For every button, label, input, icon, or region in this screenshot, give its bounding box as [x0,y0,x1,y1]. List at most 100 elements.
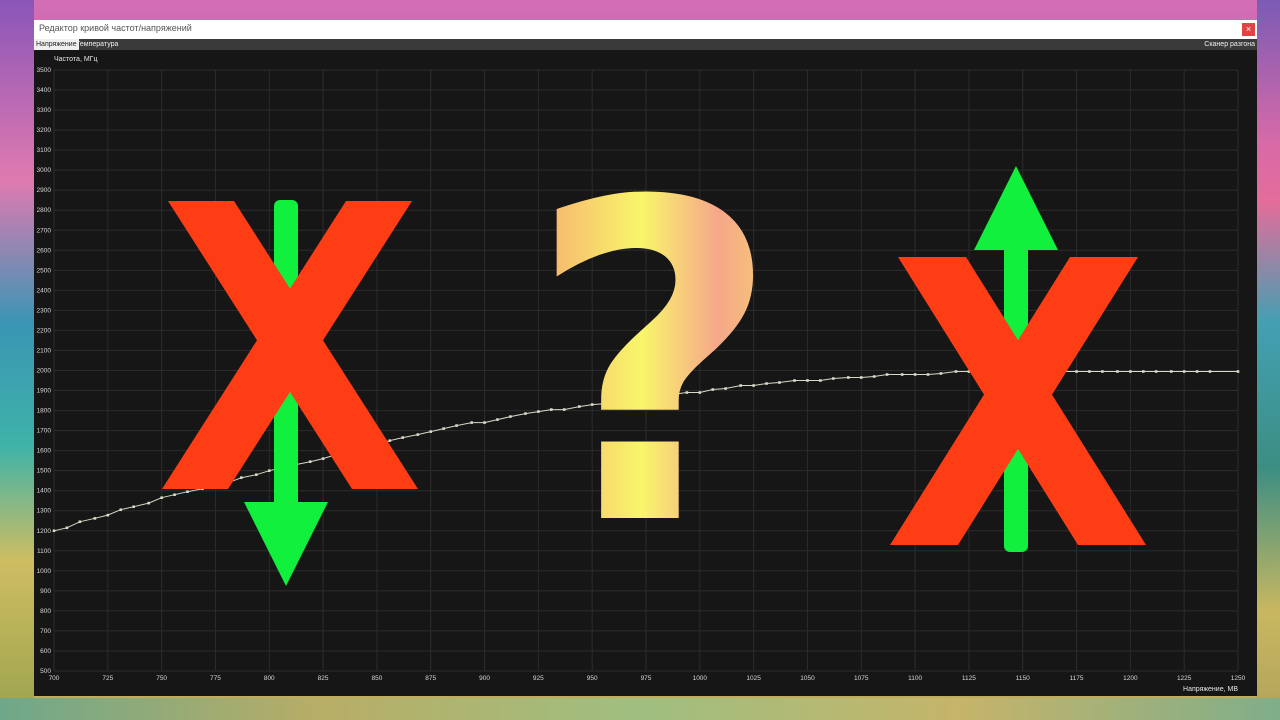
curve-point[interactable] [765,382,768,385]
curve-point[interactable] [483,421,486,424]
curve-point[interactable] [778,381,781,384]
curve-point[interactable] [227,481,230,484]
curve-point[interactable] [362,446,366,449]
curve-point[interactable] [967,370,971,373]
curve-point[interactable] [1034,370,1037,373]
curve-point[interactable] [603,402,607,405]
curve-point[interactable] [831,377,835,380]
curve-point[interactable] [1062,370,1065,373]
curve-point[interactable] [375,443,379,446]
curve-point[interactable] [1141,370,1145,373]
curve-point[interactable] [644,397,648,400]
curve-point[interactable] [685,391,689,394]
curve-point[interactable] [1116,370,1119,373]
curve-point[interactable] [939,372,943,375]
curve-point[interactable] [1182,370,1186,373]
curve-point[interactable] [93,517,97,520]
title-bar[interactable]: Редактор кривой частот/напряжений × [34,20,1257,39]
curve-point[interactable] [900,373,904,376]
curve-point[interactable] [442,427,445,430]
curve-point[interactable] [293,463,297,466]
curve-point[interactable] [401,436,405,439]
curve-point[interactable] [752,384,755,387]
curve-point[interactable] [1169,370,1173,373]
tab-temperature[interactable]: Температура [74,39,120,50]
curve-point[interactable] [65,526,69,530]
y-tick-label: 1000 [37,568,52,575]
curve-point[interactable] [509,415,512,418]
curve-point[interactable] [496,418,499,421]
y-tick-label: 500 [40,668,51,675]
curve-point[interactable] [616,401,620,404]
curve-point[interactable] [524,412,527,415]
curve-point[interactable] [470,421,473,424]
curve-point[interactable] [1154,370,1158,373]
curve-point[interactable] [106,513,110,517]
curve-point[interactable] [562,408,566,411]
curve-point[interactable] [347,449,351,452]
curve-point[interactable] [1088,370,1091,373]
curve-point[interactable] [1008,370,1012,373]
curve-point[interactable] [872,375,876,378]
curve-point[interactable] [308,460,312,463]
curve-point[interactable] [847,376,850,379]
curve-point[interactable] [1236,370,1240,373]
vf-curve-chart[interactable]: 500 600 700 800 900 1000 1100 1200 1300 1400 1500 1… [34,50,1257,696]
curve-point[interactable] [255,473,258,476]
curve-point[interactable] [711,388,715,391]
curve-point[interactable] [670,393,674,396]
curve-point[interactable] [147,501,151,505]
curve-point[interactable] [280,466,284,469]
curve-point[interactable] [267,469,271,472]
y-tick-label: 600 [40,648,51,655]
curve-point[interactable] [1047,370,1050,373]
curve-point[interactable] [119,508,123,512]
y-tick-label: 3100 [37,147,52,154]
curve-point[interactable] [214,484,217,487]
curve-point[interactable] [885,373,889,376]
curve-point[interactable] [1208,370,1212,373]
curve-point[interactable] [980,370,984,373]
y-tick-label: 2800 [37,207,52,214]
curve-point[interactable] [201,487,204,490]
y-tick-label: 1300 [37,508,52,515]
curve-point[interactable] [819,379,822,382]
curve-point[interactable] [1021,370,1025,373]
curve-point[interactable] [537,410,540,413]
tab-voltage[interactable]: Напряжение [34,39,79,50]
curve-point[interactable] [913,373,917,376]
curve-point[interactable] [631,398,635,401]
curve-point[interactable] [698,391,702,394]
curve-point[interactable] [793,379,796,382]
curve-point[interactable] [455,424,458,427]
curve-point[interactable] [806,379,809,382]
overclock-scanner-link[interactable]: Сканер разгона [1204,39,1255,50]
curve-point[interactable] [132,505,135,509]
curve-point[interactable] [239,476,243,479]
curve-point[interactable] [549,408,553,411]
close-button[interactable]: × [1242,23,1255,36]
curve-point[interactable] [1129,370,1132,373]
curve-point[interactable] [724,387,727,390]
curve-point[interactable] [954,370,958,373]
curve-point[interactable] [186,490,189,494]
curve-point[interactable] [321,457,325,460]
curve-point[interactable] [993,370,997,373]
curve-point[interactable] [160,496,163,500]
curve-point[interactable] [859,376,863,379]
curve-point[interactable] [590,403,594,406]
curve-point[interactable] [334,453,338,456]
curve-point[interactable] [78,520,82,524]
curve-point[interactable] [1195,370,1199,373]
curve-point[interactable] [926,373,930,376]
curve-point[interactable] [416,433,420,436]
curve-point[interactable] [657,395,661,398]
curve-point[interactable] [1075,370,1078,373]
curve-point[interactable] [739,384,743,387]
curve-point[interactable] [577,405,581,408]
curve-point[interactable] [429,430,433,433]
curve-point[interactable] [52,529,56,533]
curve-point[interactable] [388,439,392,442]
curve-point[interactable] [1101,370,1104,373]
curve-point[interactable] [173,493,176,497]
